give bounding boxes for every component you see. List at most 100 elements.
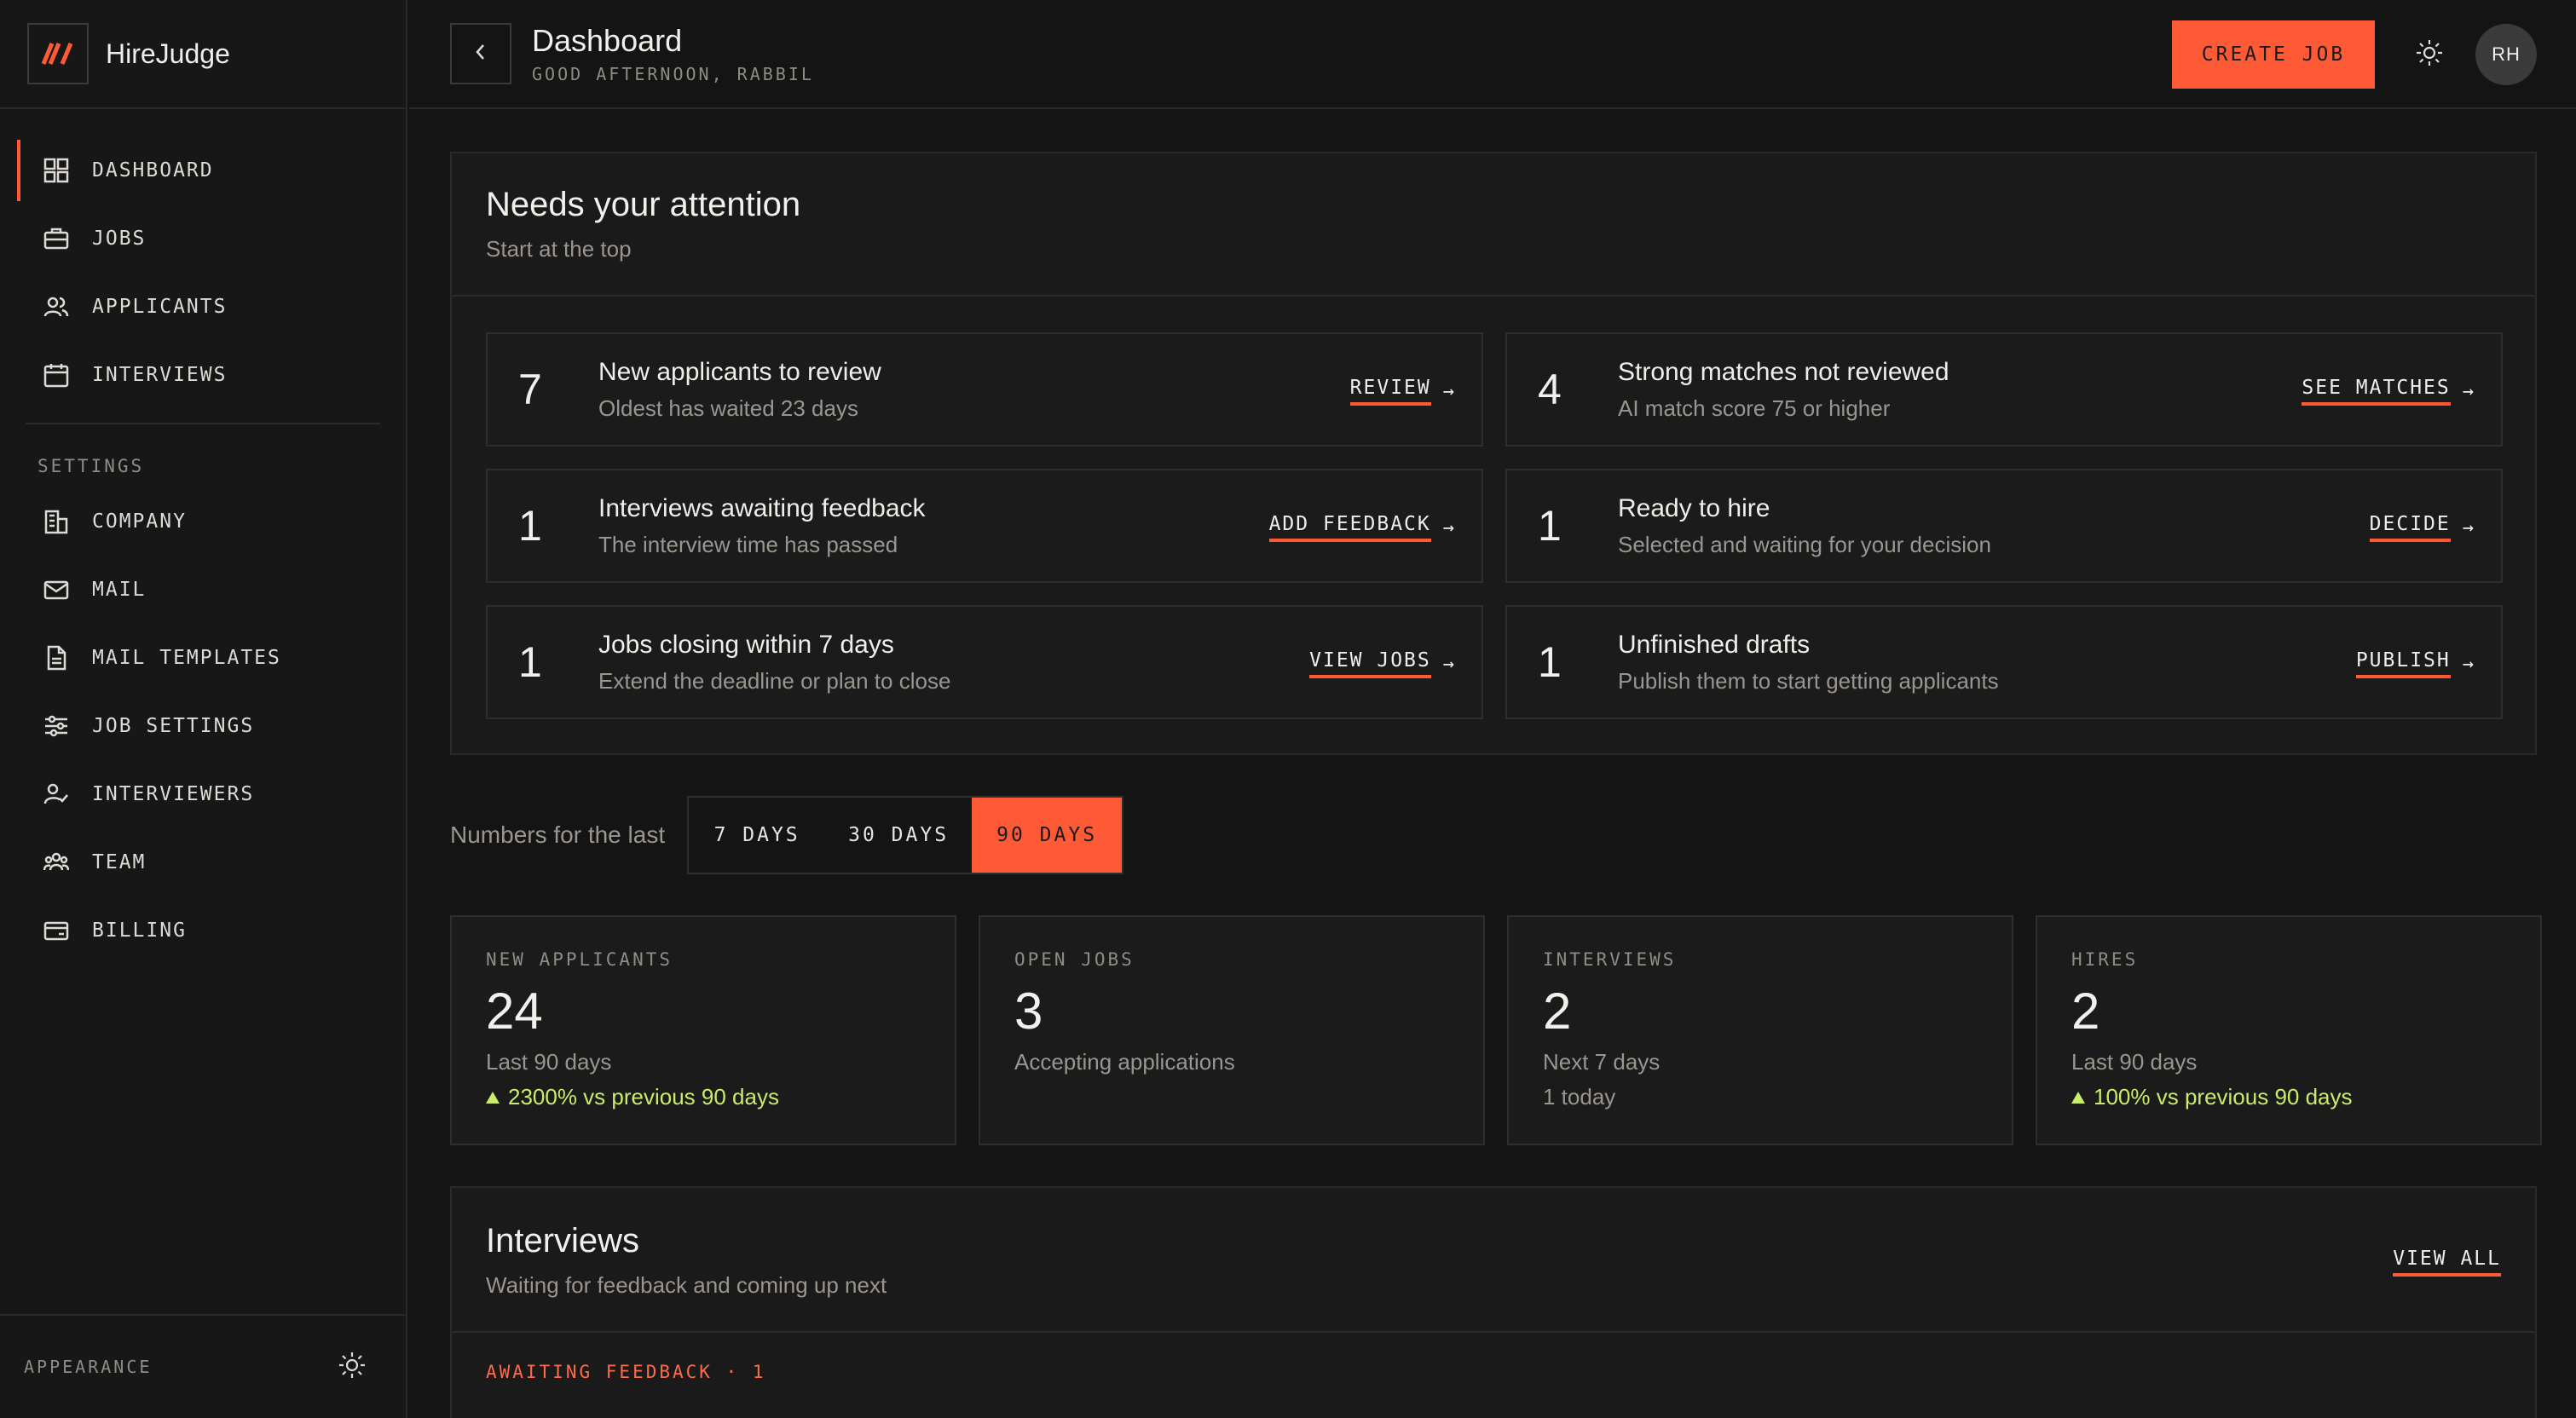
arrow-right-icon: → xyxy=(2462,380,2475,402)
theme-toggle-button[interactable] xyxy=(2404,29,2455,80)
mail-icon xyxy=(43,576,70,603)
sidebar-item-jobs[interactable]: JOBS xyxy=(0,205,406,273)
interviews-panel: Interviews Waiting for feedback and comi… xyxy=(450,1186,2537,1418)
attention-card-new-applicants: 7 New applicants to review Oldest has wai… xyxy=(486,332,1483,447)
attention-grid: 7 New applicants to review Oldest has wai… xyxy=(486,332,2503,719)
sidebar-item-mail-templates[interactable]: MAIL TEMPLATES xyxy=(0,624,406,692)
sun-icon[interactable] xyxy=(338,1351,367,1384)
attention-card-strong-matches: 4 Strong matches not reviewed AI match sc… xyxy=(1505,332,2503,447)
arrow-right-icon: → xyxy=(2462,516,2475,539)
attention-card-subtitle: Selected and waiting for your decision xyxy=(1618,531,1991,557)
add-feedback-link[interactable]: ADD FEEDBACK → xyxy=(1268,513,1456,542)
sidebar-item-dashboard[interactable]: DASHBOARD xyxy=(0,136,406,205)
interviews-title: Interviews xyxy=(486,1222,640,1259)
sidebar-item-interviewers[interactable]: INTERVIEWERS xyxy=(0,760,406,828)
sidebar-item-label: APPLICANTS xyxy=(92,296,228,318)
stat-card-open-jobs: OPEN JOBS 3 Accepting applications xyxy=(979,915,1485,1145)
sidebar-item-label: JOBS xyxy=(92,228,147,250)
stat-trend: 2300% vs previous 90 days xyxy=(486,1084,955,1110)
sidebar-item-billing[interactable]: BILLING xyxy=(0,896,406,965)
stat-label: OPEN JOBS xyxy=(1014,949,1135,970)
stat-value: 2 xyxy=(2071,983,2100,1040)
range-90-days-button[interactable]: 90 DAYS xyxy=(972,798,1123,873)
appearance-footer: APPEARANCE xyxy=(0,1314,406,1418)
sidebar-item-job-settings[interactable]: JOB SETTINGS xyxy=(0,692,406,760)
sliders-icon xyxy=(43,712,70,740)
attention-card-interviews-feedback: 1 Interviews awaiting feedback The interv… xyxy=(486,469,1483,583)
attention-title: Needs your attention xyxy=(486,186,801,223)
chevron-left-icon xyxy=(472,42,489,66)
sidebar-item-label: JOB SETTINGS xyxy=(92,715,255,737)
stat-card-interviews: INTERVIEWS 2 Next 7 days 1 today xyxy=(1507,915,2013,1145)
sidebar-item-label: INTERVIEWERS xyxy=(92,783,255,805)
credit-card-icon xyxy=(43,917,70,944)
attention-card-subtitle: The interview time has passed xyxy=(598,531,898,557)
sidebar-item-mail[interactable]: MAIL xyxy=(0,556,406,624)
decide-link[interactable]: DECIDE → xyxy=(2369,513,2475,542)
stat-card-new-applicants: NEW APPLICANTS 24 Last 90 days 2300% vs … xyxy=(450,915,956,1145)
awaiting-feedback-label: AWAITING FEEDBACK · 1 xyxy=(486,1362,766,1382)
page-title: Dashboard xyxy=(532,23,683,58)
see-matches-link-label: SEE MATCHES xyxy=(2302,377,2451,406)
attention-card-subtitle: Publish them to start getting applicants xyxy=(1618,667,1999,694)
publish-link[interactable]: PUBLISH → xyxy=(2355,649,2475,678)
arrow-right-icon: → xyxy=(1442,516,1456,539)
dashboard-grid-icon xyxy=(43,157,70,184)
main-nav: DASHBOARD JOBS APPLICANTS INTERVIEWS SET… xyxy=(0,109,406,965)
avatar[interactable]: RH xyxy=(2475,24,2537,85)
back-button[interactable] xyxy=(450,23,511,84)
stat-value: 3 xyxy=(1014,983,1043,1040)
building-icon xyxy=(43,508,70,535)
range-30-days-button[interactable]: 30 DAYS xyxy=(825,798,972,873)
stat-detail: Next 7 days xyxy=(1543,1049,1661,1075)
calendar-icon xyxy=(43,361,70,389)
range-label: Numbers for the last xyxy=(450,821,666,848)
see-matches-link[interactable]: SEE MATCHES → xyxy=(2302,377,2475,406)
view-jobs-link[interactable]: VIEW JOBS → xyxy=(1309,649,1456,678)
sidebar-item-label: MAIL xyxy=(92,579,147,601)
attention-card-subtitle: Oldest has waited 23 days xyxy=(598,395,858,421)
create-job-button[interactable]: CREATE JOB xyxy=(2172,20,2375,89)
attention-count: 1 xyxy=(518,638,542,686)
sidebar-item-label: BILLING xyxy=(92,919,187,942)
attention-card-subtitle: AI match score 75 or higher xyxy=(1618,395,1891,421)
view-all-link[interactable]: VIEW ALL xyxy=(2393,1248,2501,1277)
stat-trend-text: 100% vs previous 90 days xyxy=(2094,1084,2353,1110)
greeting: GOOD AFTERNOON, RABBIL xyxy=(532,64,814,84)
sidebar-item-company[interactable]: COMPANY xyxy=(0,487,406,556)
sidebar-item-team[interactable]: TEAM xyxy=(0,828,406,896)
add-feedback-link-label: ADD FEEDBACK xyxy=(1268,513,1431,542)
sidebar-item-label: COMPANY xyxy=(92,510,187,533)
publish-link-label: PUBLISH xyxy=(2355,649,2451,678)
attention-count: 1 xyxy=(1538,638,1562,686)
view-jobs-link-label: VIEW JOBS xyxy=(1309,649,1431,678)
top-header: Dashboard GOOD AFTERNOON, RABBIL CREATE … xyxy=(409,0,2576,109)
sidebar-item-label: DASHBOARD xyxy=(92,159,214,182)
stat-card-hires: HIRES 2 Last 90 days 100% vs previous 90… xyxy=(2036,915,2542,1145)
nav-divider xyxy=(26,423,380,424)
logo-icon[interactable] xyxy=(27,23,89,84)
attention-card-title: Jobs closing within 7 days xyxy=(598,630,894,659)
attention-card-unfinished-drafts: 1 Unfinished drafts Publish them to start… xyxy=(1505,605,2503,719)
appearance-label: APPEARANCE xyxy=(24,1357,153,1377)
stat-label: NEW APPLICANTS xyxy=(486,949,673,970)
sidebar: HireJudge DASHBOARD JOBS APPLICANTS INTE… xyxy=(0,0,407,1418)
stat-value: 24 xyxy=(486,983,543,1040)
attention-count: 4 xyxy=(1538,366,1562,413)
decide-link-label: DECIDE xyxy=(2369,513,2451,542)
stat-value: 2 xyxy=(1543,983,1572,1040)
attention-card-title: Ready to hire xyxy=(1618,493,1770,522)
brand: HireJudge xyxy=(0,0,406,109)
sidebar-item-interviews[interactable]: INTERVIEWS xyxy=(0,341,406,409)
sidebar-item-label: TEAM xyxy=(92,851,147,873)
sidebar-item-applicants[interactable]: APPLICANTS xyxy=(0,273,406,341)
sun-icon xyxy=(2415,38,2444,72)
user-check-icon xyxy=(43,781,70,808)
stat-trend-text: 2300% vs previous 90 days xyxy=(508,1084,779,1110)
attention-card-title: New applicants to review xyxy=(598,357,881,386)
arrow-right-icon: → xyxy=(1442,380,1456,402)
review-link[interactable]: REVIEW → xyxy=(1349,377,1456,406)
range-button-group: 7 DAYS 30 DAYS 90 DAYS xyxy=(687,796,1124,874)
stat-extra: 1 today xyxy=(1543,1084,1616,1110)
range-7-days-button[interactable]: 7 DAYS xyxy=(689,798,825,873)
